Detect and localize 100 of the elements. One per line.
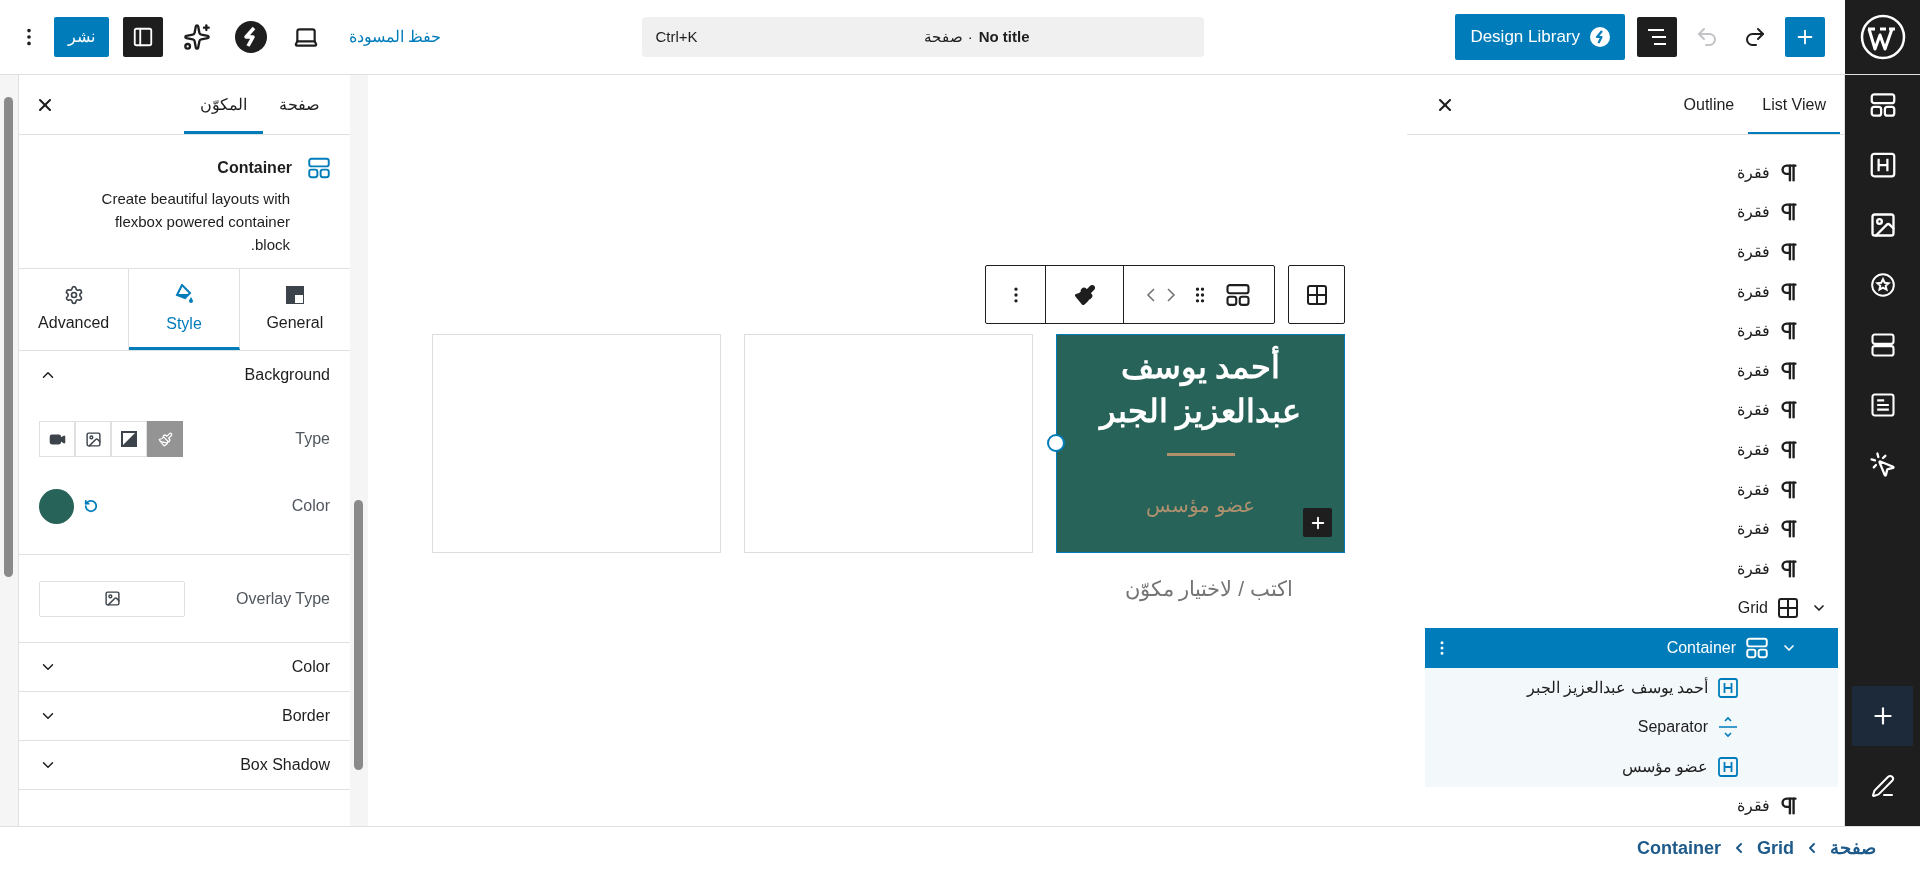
color-swatch[interactable]	[39, 488, 74, 524]
list-item[interactable]: فقرة	[1425, 548, 1838, 589]
list-item-label: فقرة	[1737, 558, 1770, 580]
panel-header[interactable]: Box Shadow	[19, 741, 350, 789]
redo-icon[interactable]	[1743, 25, 1767, 49]
list-item[interactable]: فقرة	[1425, 786, 1838, 826]
list-item-label: فقرة	[1737, 162, 1770, 184]
list-item[interactable]: فقرة	[1425, 153, 1838, 193]
grid-icon	[1304, 282, 1329, 307]
image-icon	[103, 590, 121, 607]
save-draft-link[interactable]: حفظ المسودة	[349, 25, 442, 49]
panel-header[interactable]: Border	[19, 692, 350, 740]
card-icon[interactable]	[1868, 391, 1897, 419]
brush-icon[interactable]	[1073, 283, 1096, 306]
reset-icon[interactable]	[84, 499, 98, 513]
shortcut-text: Ctrl+K	[655, 26, 698, 47]
panel-title: Background	[244, 365, 330, 385]
pointer-click-icon[interactable]	[1868, 451, 1897, 479]
breadcrumb-link[interactable]: Container	[1636, 834, 1721, 862]
breadcrumb-link[interactable]: صفحة	[1830, 834, 1876, 862]
inspector-tab[interactable]: General	[239, 269, 350, 350]
paint-bucket-icon	[173, 284, 195, 306]
panel-icon	[132, 26, 154, 48]
separator-icon	[1716, 715, 1740, 740]
list-item-label: أحمد يوسف عبدالعزيز الجبر	[1526, 676, 1708, 699]
list-item-label: فقرة	[1737, 321, 1770, 342]
pencil-icon[interactable]	[1870, 774, 1895, 798]
parent-block-button[interactable]	[1288, 265, 1345, 324]
heading-icon	[1716, 675, 1740, 700]
block-title: Container	[217, 158, 292, 178]
list-item-label: فقرة	[1737, 479, 1770, 501]
rows-icon[interactable]	[1868, 331, 1897, 359]
scrollbar[interactable]	[350, 75, 368, 826]
page-title: No title	[978, 26, 1030, 47]
panel-header[interactable]: Background	[19, 351, 350, 399]
image-icon	[84, 430, 102, 448]
paragraph-icon	[1778, 438, 1800, 461]
overlay-type-button[interactable]	[39, 580, 185, 617]
add-block-button[interactable]	[1303, 508, 1332, 537]
list-item[interactable]: فقرة	[1425, 232, 1838, 272]
panel-title: Color	[291, 657, 330, 677]
brush-icon	[157, 431, 173, 447]
list-item[interactable]: فقرة	[1425, 509, 1838, 549]
list-tab[interactable]: List View	[1748, 75, 1840, 134]
design-library-button[interactable]: Design Library	[1455, 14, 1625, 60]
layout-icon	[284, 284, 305, 305]
publish-button[interactable]: نشر	[54, 17, 109, 57]
gradient-icon	[121, 431, 137, 447]
list-item[interactable]: Grid	[1425, 588, 1838, 629]
logo-icon[interactable]	[1859, 14, 1906, 60]
resize-handle[interactable]	[1047, 434, 1065, 452]
breadcrumb-link[interactable]: Grid	[1757, 834, 1794, 862]
gear-icon	[63, 284, 84, 305]
list-item[interactable]: فقرة	[1425, 311, 1838, 351]
list-item-label: عضو مؤسس	[1621, 756, 1708, 778]
inspector-tab[interactable]: Advanced	[19, 269, 130, 350]
card-heading: أحمد يوسف عبدالعزيز الجبر	[1089, 345, 1312, 433]
grid-icon	[1776, 596, 1800, 621]
list-view-icon	[1646, 26, 1668, 48]
list-item[interactable]: أحمد يوسف عبدالعزيز الجبر	[1425, 667, 1838, 708]
list-item-label: فقرة	[1737, 242, 1770, 263]
context-text: · صفحة	[924, 26, 973, 47]
panel-header[interactable]: Color	[19, 643, 350, 691]
list-item-label: فقرة	[1737, 439, 1770, 461]
list-item-label: فقرة	[1737, 796, 1770, 817]
list-item[interactable]: فقرة	[1425, 430, 1838, 470]
list-item[interactable]: فقرة	[1425, 350, 1838, 391]
paragraph-icon	[1778, 359, 1800, 382]
image-icon[interactable]	[1868, 211, 1897, 239]
block-appender[interactable]: اكتب / لاختيار مكوّن	[1124, 573, 1293, 605]
list-item[interactable]: عضو مؤسس	[1425, 746, 1838, 787]
list-item-label: فقرة	[1737, 281, 1770, 303]
inspector-tab[interactable]: Style	[129, 269, 240, 350]
paragraph-icon	[1778, 478, 1800, 501]
paragraph-icon	[1778, 557, 1800, 580]
list-item[interactable]: فقرة	[1425, 390, 1838, 431]
list-item[interactable]: فقرة	[1425, 271, 1838, 312]
sidebar-tab[interactable]: المكوّن	[184, 75, 263, 134]
paragraph-icon	[1778, 161, 1800, 184]
list-item-label: فقرة	[1737, 519, 1770, 540]
card-subtitle: عضو مؤسس	[1146, 493, 1255, 519]
paragraph-icon	[1778, 280, 1800, 303]
list-item-label: Grid	[1737, 598, 1768, 619]
sparkles-icon[interactable]	[183, 23, 211, 51]
list-item-label: فقرة	[1737, 202, 1770, 223]
move-arrows-icon[interactable]	[1146, 285, 1176, 304]
panel-title: Border	[281, 706, 330, 726]
list-item[interactable]: Separator	[1425, 707, 1838, 747]
list-item[interactable]: فقرة	[1425, 192, 1838, 233]
block-description: Create beautiful layouts with flexbox powered container block.	[100, 189, 290, 255]
logo-icon	[1590, 27, 1610, 47]
list-tab[interactable]: Outline	[1669, 75, 1749, 134]
list-item[interactable]: فقرة	[1425, 469, 1838, 510]
field-label: Color	[291, 496, 330, 516]
sidebar-toggle-button[interactable]	[123, 17, 163, 57]
logo-icon[interactable]	[235, 21, 267, 53]
sidebar-tab[interactable]: صفحة	[263, 75, 336, 134]
scrollbar[interactable]	[0, 75, 18, 826]
profile-card[interactable]: أحمد يوسف عبدالعزيز الجبر عضو مؤسس	[1056, 334, 1345, 553]
list-view-button[interactable]	[1637, 17, 1677, 57]
